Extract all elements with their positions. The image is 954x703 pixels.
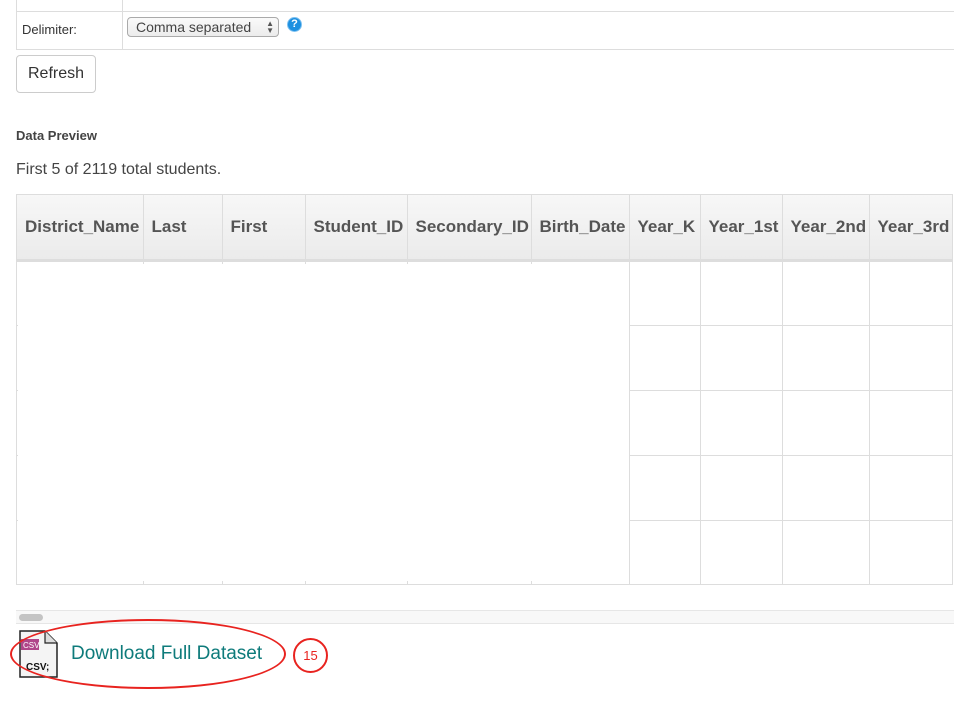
table-cell — [782, 390, 870, 456]
column-header[interactable]: Student_ID — [305, 195, 408, 262]
delimiter-label-cell: Delimiter: — [17, 12, 123, 49]
table-cell — [700, 260, 783, 326]
data-preview-heading: Data Preview — [16, 128, 97, 143]
table-cell — [629, 455, 701, 521]
preview-summary: First 5 of 2119 total students. — [16, 161, 222, 178]
delimiter-select-value: Comma separated — [136, 19, 252, 35]
refresh-button[interactable]: Refresh — [16, 55, 96, 93]
table-cell — [700, 390, 783, 456]
column-header[interactable]: Year_2nd — [782, 195, 870, 262]
data-preview-table: District_Name Last First Student_ID Seco… — [16, 194, 953, 585]
scrollbar-thumb[interactable] — [19, 614, 43, 621]
table-cell — [869, 455, 953, 521]
column-header[interactable]: Year_1st — [700, 195, 783, 262]
table-cell — [629, 260, 701, 326]
table-header-row: District_Name Last First Student_ID Seco… — [17, 195, 953, 262]
table-cell — [700, 520, 783, 585]
table-cell — [782, 325, 870, 391]
column-header[interactable]: First — [222, 195, 306, 262]
help-icon[interactable]: ? — [287, 17, 302, 32]
column-header[interactable]: Birth_Date — [531, 195, 630, 262]
table-cell — [629, 325, 701, 391]
table-cell — [629, 390, 701, 456]
table-cell — [869, 325, 953, 391]
select-arrows-icon: ▲ ▼ — [266, 19, 274, 35]
delimiter-select[interactable]: Comma separated ▲ ▼ — [127, 17, 279, 37]
delimiter-label: Delimiter: — [22, 22, 77, 37]
column-header[interactable]: Last — [143, 195, 223, 262]
column-header[interactable]: District_Name — [17, 195, 144, 262]
table-cell — [782, 455, 870, 521]
table-cell — [869, 390, 953, 456]
table-cell — [629, 520, 701, 585]
column-header[interactable]: Year_K — [629, 195, 701, 262]
table-cell — [869, 520, 953, 585]
annotation-highlight-ellipse — [10, 619, 286, 689]
column-header[interactable]: Secondary_ID — [407, 195, 532, 262]
table-cell — [869, 260, 953, 326]
table-cell — [782, 520, 870, 585]
table-cell — [700, 325, 783, 391]
table-cell — [700, 455, 783, 521]
column-header[interactable]: Year_3rd — [869, 195, 953, 262]
redacted-region — [18, 264, 629, 581]
annotation-step-badge: 15 — [293, 638, 328, 673]
table-cell — [782, 260, 870, 326]
